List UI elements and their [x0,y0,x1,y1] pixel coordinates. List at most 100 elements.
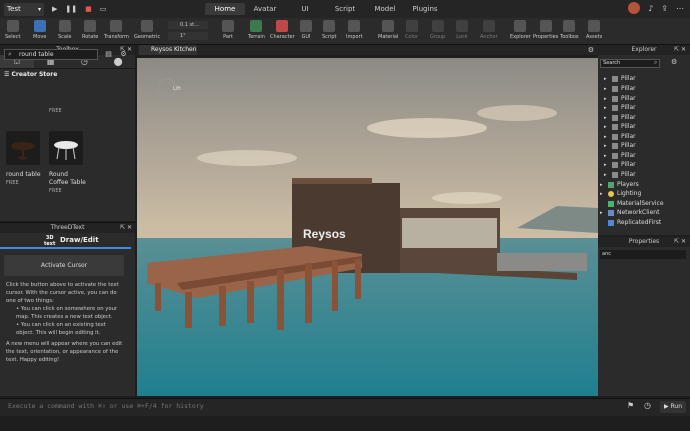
play-icon[interactable]: ▶ [52,5,57,13]
item-name[interactable]: round table [6,171,41,179]
avatar[interactable] [628,2,641,14]
activate-cursor-button[interactable]: Activate Cursor [4,255,124,276]
tree-row[interactable]: ▸ Pillar [604,84,636,93]
part-icon [612,85,618,92]
tree-row[interactable]: ▸ Players [600,180,639,189]
place-selector[interactable]: Test [4,2,44,16]
panel-close-icon[interactable]: ⇱ ✕ [120,223,132,233]
lock-button[interactable]: Lock [456,20,468,40]
part-icon [612,161,618,168]
part-icon [612,152,618,159]
rotate-tool[interactable]: Rotate [82,20,98,40]
device-icon[interactable]: ▭ [100,5,107,13]
properties-button[interactable]: Properties [533,20,558,40]
tree-row[interactable]: ▸ Pillar [604,170,636,179]
tree-row[interactable]: ReplicatedFirst [608,218,661,227]
tab-home[interactable]: Home [205,3,245,15]
active-tab-indicator [0,247,131,249]
tree-row[interactable]: ▸ Pillar [604,151,636,160]
share-icon[interactable]: ⇪ [661,4,668,13]
assets-button[interactable]: Assets [586,20,602,40]
tree-row[interactable]: ▸ Pillar [604,160,636,169]
tree-row[interactable]: ▸ Pillar [604,122,636,131]
category-icon[interactable]: ▤ [103,49,114,60]
item-name[interactable]: Round [49,171,68,179]
gui-button[interactable]: GUI [300,20,312,40]
part-button[interactable]: Part [222,20,234,40]
import-button[interactable]: Import [346,20,363,40]
tree-row[interactable]: ▸ Pillar [604,74,636,83]
tree-row[interactable]: ▸ Lighting [600,189,641,198]
expand-icon[interactable]: ▸ [604,85,612,94]
tab-script[interactable]: Script [325,3,365,15]
tree-row[interactable]: ▸ Pillar [604,113,636,122]
tab-avatar[interactable]: Avatar [245,3,285,15]
expand-icon[interactable]: ▸ [604,161,612,170]
character-button[interactable]: Character [270,20,295,40]
instruction-bullet: • You can click on an existing text obje… [16,322,106,336]
tab-ui[interactable]: UI [285,3,325,15]
terrain-button[interactable]: Terrain [248,20,265,40]
tree-row[interactable]: ▸ Pillar [604,103,636,112]
scale-tool[interactable]: Scale [58,20,71,40]
pause-icon[interactable]: ❚❚ [65,5,77,13]
expand-icon[interactable]: ▸ [604,142,612,151]
tab-model[interactable]: Model [365,3,405,15]
expand-icon[interactable]: ▸ [604,104,612,113]
transform-tool[interactable]: Transform [104,20,129,40]
select-tool[interactable]: Select [5,20,20,40]
move-tool[interactable]: Move [33,20,46,40]
explorer-search-input[interactable]: Search [600,59,660,68]
draw-edit-heading: Draw/Edit [60,236,99,244]
filter-icon[interactable]: ⚙ [118,49,129,60]
expand-icon[interactable]: ▸ [604,171,612,180]
item-thumbnail[interactable] [49,131,83,165]
tree-row[interactable]: ▸ Pillar [604,141,636,150]
explorer-button[interactable]: Explorer [510,20,531,40]
run-button[interactable]: ▶ Run [660,401,686,413]
tree-row[interactable]: MaterialService [608,199,664,208]
color-button[interactable]: Color [405,20,418,40]
anchor-button[interactable]: Anchor [480,20,498,40]
store-heading: ☰ Creator Store [4,71,58,78]
item-name-line2[interactable]: Coffee Table [49,179,86,187]
tree-row[interactable]: ▸ NetworkClient [600,208,659,217]
toolbox-search-input[interactable]: round table [4,49,98,60]
bell-icon[interactable]: ♪ [648,4,653,13]
material-icon [382,20,395,32]
properties-filter-input[interactable]: anc [600,250,686,259]
search-icon: ⌕ [654,59,658,66]
geometric-tool[interactable]: Geometric [134,20,160,40]
part-icon [612,114,618,121]
script-button[interactable]: Script [322,20,337,40]
lock-icon [456,20,468,32]
snap-move-field[interactable]: 0.1 st... [168,21,208,29]
settings-icon[interactable]: ⚙ [588,46,594,54]
item-thumbnail[interactable] [6,131,40,165]
toolbox-button[interactable]: Toolbox [560,20,579,40]
search-icon: ⌕ [8,50,12,58]
more-icon[interactable]: ⋯ [676,4,684,13]
history-icon[interactable]: ◷ [644,401,651,410]
command-input[interactable]: Execute a command with ⌘⇧ or use ⌘+F/4 f… [8,402,204,410]
expand-icon[interactable]: ▸ [600,190,608,199]
snap-rotate-field[interactable]: 1° [168,32,208,40]
panel-close-icon[interactable]: ⇱ ✕ [674,237,686,247]
expand-icon[interactable]: ▸ [600,209,608,218]
tab-plugins[interactable]: Plugins [405,3,445,15]
bookmark-icon[interactable]: ⚑ [627,401,634,410]
group-button[interactable]: Group [430,20,445,40]
panel-close-icon[interactable]: ⇱ ✕ [674,45,686,55]
3d-viewport[interactable]: Reysos Lift [137,58,598,396]
expand-icon[interactable]: ▸ [604,75,612,84]
gui-icon [300,20,312,32]
item-price: FREE [6,180,19,186]
color-icon [405,20,418,32]
material-button[interactable]: Material [378,20,398,40]
expand-icon[interactable]: ▸ [604,123,612,132]
tree-row[interactable]: ▸ Pillar [604,94,636,103]
tree-row[interactable]: ▸ Pillar [604,132,636,141]
filter-icon[interactable]: ⚙ [671,58,677,66]
stop-icon[interactable]: ■ [85,5,92,13]
tab-reysos-kitchen[interactable]: Reysos Kitchen ✕ [139,45,197,63]
